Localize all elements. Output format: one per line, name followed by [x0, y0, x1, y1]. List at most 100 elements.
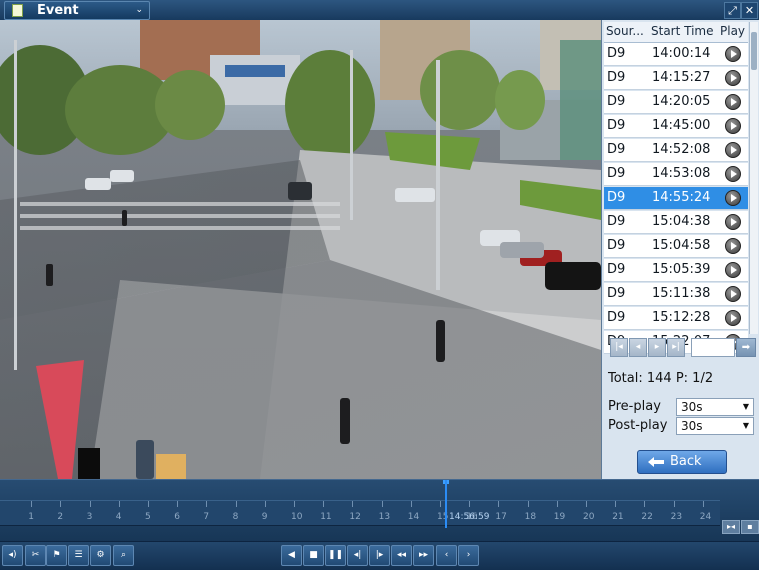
pause-icon[interactable]: ❚❚ [325, 545, 346, 566]
play-icon[interactable] [725, 70, 741, 86]
titlebar: Event ⌄ ⤢ ✕ [0, 0, 759, 21]
cursor-time: 14:56:59 [449, 512, 490, 522]
post-play-select[interactable]: 30s ▼ [676, 417, 754, 435]
play-icon[interactable] [725, 286, 741, 302]
step-back-30s-icon[interactable]: ◂| [347, 545, 368, 566]
timeline-tick [556, 501, 558, 507]
back-button[interactable]: Back [637, 450, 727, 474]
timeline-hour-label: 4 [115, 512, 122, 522]
menu-dropdown[interactable]: Event ⌄ [4, 1, 150, 20]
timeline-hour-label: 11 [320, 512, 332, 522]
play-icon[interactable] [725, 262, 741, 278]
settings-icon[interactable]: ⚙ [90, 545, 111, 566]
play-icon[interactable] [725, 118, 741, 134]
timeline-zoom-icon[interactable]: ▸◂ [722, 520, 740, 534]
timeline-hour-label: 22 [641, 512, 653, 522]
slow-forward-icon[interactable]: ◂◂ [391, 545, 412, 566]
timeline-hour-label: 18 [524, 512, 537, 522]
event-row[interactable]: D9 14:55:24 [604, 187, 748, 210]
event-row[interactable]: D9 15:05:39 [604, 259, 748, 282]
timeline-track[interactable]: 1 2 3 4 5 6 7 8 9 10 11 12 13 14 15 16 17 18 19 20 21 22 23 24 [0, 500, 720, 526]
event-start-time: 14:55:24 [652, 190, 711, 205]
timeline-cursor[interactable] [445, 480, 447, 528]
timeline-hour-label: 13 [378, 512, 391, 522]
timeline-tick [294, 501, 295, 507]
pre-play-value: 30s [681, 400, 703, 414]
scrollbar-thumb[interactable] [751, 32, 757, 70]
timeline-hour-label: 3 [86, 512, 93, 522]
step-forward-30s-icon[interactable]: |▸ [369, 545, 390, 566]
event-row[interactable]: D9 14:52:08 [604, 139, 748, 162]
post-play-value: 30s [681, 419, 703, 433]
timeline-hour-label: 6 [174, 512, 180, 522]
event-start-time: 14:00:14 [652, 46, 711, 61]
close-button[interactable]: ✕ [741, 2, 758, 19]
play-icon[interactable] [725, 142, 741, 158]
reverse-play-icon[interactable]: ◀ [281, 545, 302, 566]
timeline-hour-label: 19 [553, 512, 566, 522]
column-source[interactable]: Sour... [606, 24, 644, 38]
event-source: D9 [607, 46, 626, 61]
audio-icon[interactable]: ◂) [2, 545, 23, 566]
play-icon[interactable] [725, 310, 741, 326]
stop-icon[interactable]: ■ [303, 545, 324, 566]
event-row[interactable]: D9 15:04:38 [604, 211, 748, 234]
timeline-tick [702, 501, 704, 507]
next-event-icon[interactable]: › [458, 545, 479, 566]
last-page-icon[interactable]: ▸| [667, 338, 685, 357]
restore-button[interactable]: ⤢ [724, 2, 741, 19]
event-row[interactable]: D9 14:20:05 [604, 91, 748, 114]
timeline-tick [673, 501, 675, 507]
play-icon[interactable] [725, 46, 741, 62]
play-icon[interactable] [725, 214, 741, 230]
timeline-tick [469, 501, 471, 507]
first-page-icon[interactable]: |◂ [610, 338, 628, 357]
event-row[interactable]: D9 14:45:00 [604, 115, 748, 138]
event-source: D9 [607, 310, 626, 325]
event-start-time: 14:45:00 [652, 118, 711, 133]
event-start-time: 15:12:28 [652, 310, 711, 325]
fast-forward-icon[interactable]: ▸▸ [413, 545, 434, 566]
timeline-hour-label: 23 [670, 512, 683, 522]
event-row[interactable]: D9 14:15:27 [604, 67, 748, 90]
event-row[interactable]: D9 14:53:08 [604, 163, 748, 186]
event-source: D9 [607, 238, 626, 253]
event-source: D9 [607, 190, 626, 205]
event-icon [12, 4, 23, 17]
event-source: D9 [607, 118, 626, 133]
column-start-time[interactable]: Start Time [651, 24, 714, 38]
timeline-expand-icon[interactable]: ▪ [741, 520, 759, 534]
add-tag-icon[interactable]: ⚑ [46, 545, 67, 566]
next-page-icon[interactable]: ▸ [648, 338, 666, 357]
go-page-icon[interactable]: ➡ [736, 338, 756, 357]
column-play[interactable]: Play [720, 24, 745, 38]
play-icon[interactable] [725, 238, 741, 254]
video-preview[interactable] [0, 20, 601, 479]
timeline-hour-label: 14 [407, 512, 420, 522]
page-number-input[interactable] [691, 338, 735, 357]
timeline-tick [60, 501, 62, 507]
timeline-tick [118, 501, 120, 507]
clip-icon[interactable]: ✂ [25, 545, 46, 566]
timeline-tick [410, 501, 412, 507]
pre-play-label: Pre-play [608, 399, 661, 414]
previous-event-icon[interactable]: ‹ [436, 545, 457, 566]
timeline-tick [615, 501, 617, 507]
tag-manage-icon[interactable]: ☰ [68, 545, 89, 566]
digital-zoom-icon[interactable]: ⌕ [113, 545, 134, 566]
event-row[interactable]: D9 14:00:14 [604, 43, 748, 66]
timeline-hour-label: 8 [232, 512, 239, 522]
play-icon[interactable] [725, 94, 741, 110]
event-source: D9 [607, 214, 626, 229]
event-list-scrollbar[interactable] [749, 22, 758, 334]
event-start-time: 15:04:38 [652, 214, 711, 229]
play-icon[interactable] [725, 166, 741, 182]
timeline-tick [264, 501, 266, 507]
event-row[interactable]: D9 15:11:38 [604, 283, 748, 306]
event-row[interactable]: D9 15:04:58 [604, 235, 748, 258]
prev-page-icon[interactable]: ◂ [629, 338, 647, 357]
pre-play-select[interactable]: 30s ▼ [676, 398, 754, 416]
play-icon[interactable] [725, 190, 741, 206]
event-source: D9 [607, 94, 626, 109]
event-row[interactable]: D9 15:12:28 [604, 307, 748, 330]
